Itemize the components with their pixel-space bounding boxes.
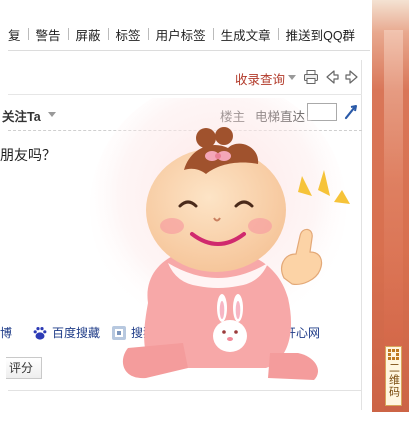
qrcode-button[interactable]: 二维码 xyxy=(385,346,402,406)
share-weibo[interactable]: 博 xyxy=(0,324,12,341)
toolbar-item-warn[interactable]: 警告 xyxy=(36,25,61,44)
toolbar-item-block[interactable]: 屏蔽 xyxy=(76,25,101,44)
qrcode-label: 二维码 xyxy=(387,362,400,398)
page: 复 警告 屏蔽 标签 用户标签 生成文章 推送到QQ群 二维码 收录查询 关注T… xyxy=(0,0,420,421)
toolbar-item-generate-article[interactable]: 生成文章 xyxy=(221,25,271,44)
renren-icon xyxy=(199,325,215,340)
divider xyxy=(8,50,370,51)
separator xyxy=(107,28,109,40)
chevron-down-icon[interactable] xyxy=(288,75,296,80)
post-content-text: 朋友吗？ xyxy=(0,147,56,163)
divider xyxy=(8,390,362,391)
separator xyxy=(147,28,149,40)
divider xyxy=(8,94,362,95)
share-sohu-label: 搜狐白社会 xyxy=(131,326,192,340)
go-arrow-icon[interactable] xyxy=(343,104,359,120)
sohu-icon xyxy=(112,325,126,340)
toolbar-item-push-qq-group[interactable]: 推送到QQ群 xyxy=(286,25,355,44)
share-kaixin[interactable]: 开心网 xyxy=(264,324,320,341)
share-weibo-label: 博 xyxy=(0,326,13,340)
qrcode-icon xyxy=(388,349,399,360)
separator xyxy=(67,28,69,40)
collect-query-link[interactable]: 收录查询 xyxy=(235,69,285,88)
toolbar-item-tag[interactable]: 标签 xyxy=(116,25,141,44)
chevron-down-icon[interactable] xyxy=(48,112,56,117)
share-kaixin-label: 开心网 xyxy=(284,326,321,340)
print-icon[interactable] xyxy=(303,69,319,85)
follow-button[interactable]: 关注Ta xyxy=(2,106,41,125)
toolbar-item-reply[interactable]: 复 xyxy=(8,25,21,44)
separator xyxy=(277,28,279,40)
floor-owner-link[interactable]: 楼主 xyxy=(220,106,245,125)
post-tools-row: 收录查询 xyxy=(8,66,362,88)
kaixin-icon xyxy=(264,324,280,341)
elevator-label: 电梯直达 xyxy=(255,110,306,124)
separator xyxy=(212,28,214,40)
share-baidu[interactable]: 百度搜藏 xyxy=(32,324,100,341)
share-renren[interactable]: 人人网 xyxy=(199,324,255,341)
baidu-paw-icon xyxy=(33,326,47,340)
post-panel: 收录查询 关注Ta 楼主 电梯直达 朋友吗？ 博 百度搜藏 搜狐白社会 人人网 … xyxy=(0,60,362,410)
toolbar-item-user-tag[interactable]: 用户标签 xyxy=(156,25,206,44)
share-baidu-label: 百度搜藏 xyxy=(52,326,101,340)
post-header: 关注Ta 楼主 电梯直达 xyxy=(2,100,362,126)
share-sohu[interactable]: 搜狐白社会 xyxy=(111,324,191,341)
arrow-right-icon[interactable] xyxy=(344,69,360,85)
arrow-left-icon[interactable] xyxy=(324,69,340,85)
share-renren-label: 人人网 xyxy=(219,326,256,340)
share-bar: 博 百度搜藏 搜狐白社会 人人网 开心网 xyxy=(0,324,362,344)
rate-button[interactable]: 评分 xyxy=(6,357,42,379)
moderation-toolbar: 复 警告 屏蔽 标签 用户标签 生成文章 推送到QQ群 xyxy=(8,20,370,48)
divider xyxy=(8,130,362,131)
separator xyxy=(27,28,29,40)
elevator-floor-input[interactable] xyxy=(307,103,337,121)
